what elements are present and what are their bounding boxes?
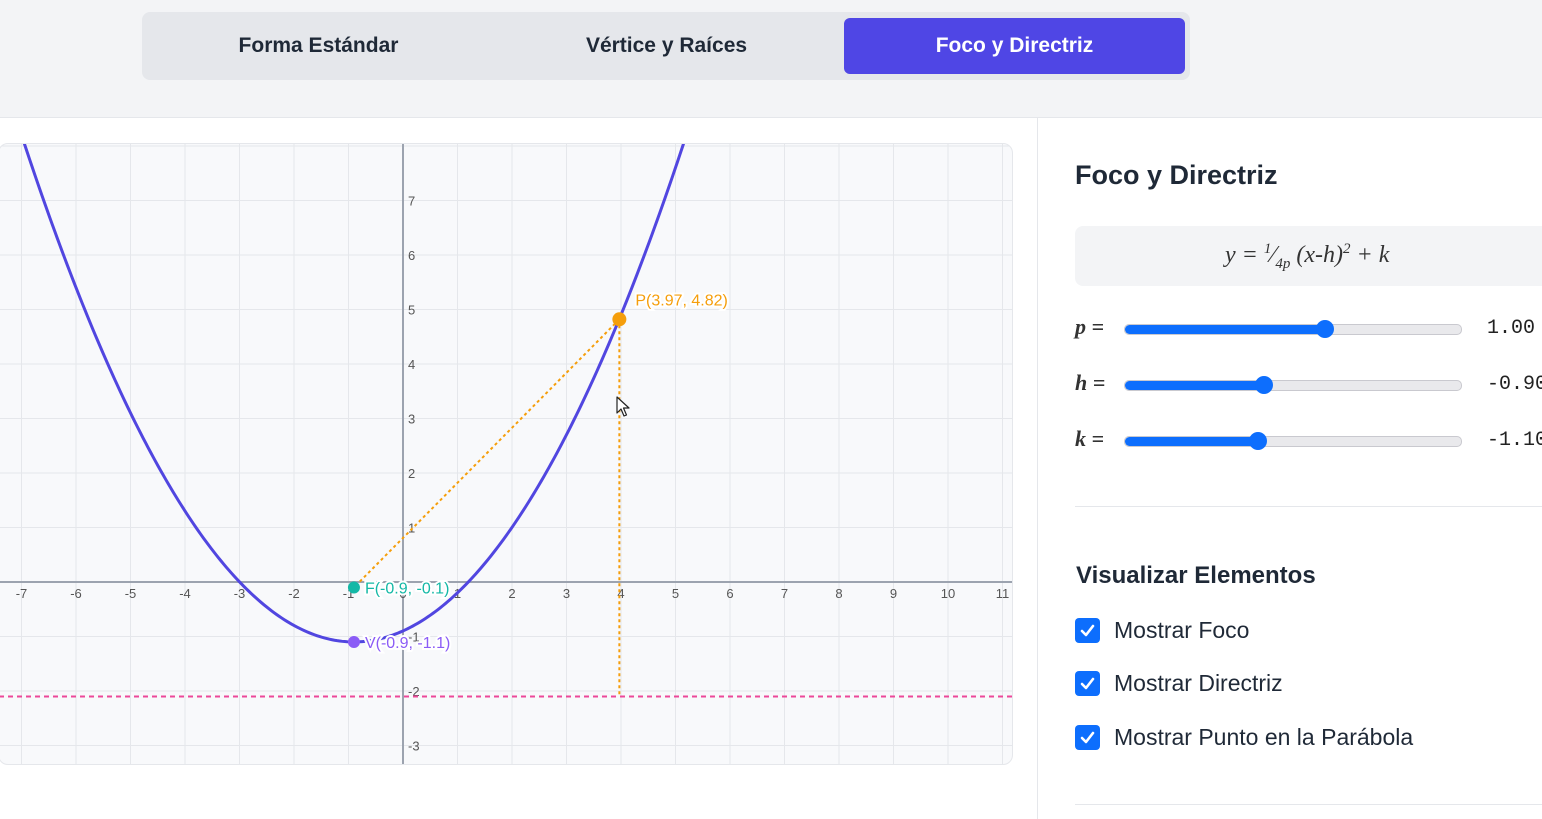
x-tick-label: 2 [508, 586, 515, 601]
checkbox-label: Mostrar Directriz [1114, 669, 1283, 696]
focus-label: F(-0.9, -0.1) [365, 580, 449, 597]
slider-label-k: k = [1075, 426, 1105, 451]
y-tick-label: -3 [408, 739, 420, 754]
vertex-point [347, 635, 360, 648]
panel-title: Foco y Directriz [1075, 160, 1278, 190]
check-icon [1080, 624, 1095, 636]
mouse-cursor-icon [616, 396, 630, 417]
y-tick-label: 2 [408, 466, 415, 481]
y-tick-label: 6 [408, 248, 415, 263]
control-panel: Foco y Directriz y = 1⁄4p (x-h)2 + k p =… [1038, 118, 1542, 819]
tab-vertice-raices[interactable]: Vértice y Raíces [496, 18, 837, 74]
checkbox-label: Mostrar Foco [1114, 616, 1250, 643]
slider-thumb-p[interactable] [1315, 320, 1334, 338]
slider-value-h: -0.90 [1487, 373, 1542, 396]
x-tick-label: -5 [125, 586, 137, 601]
x-tick-label: 7 [781, 586, 788, 601]
top-bar: Forma Estándar Vértice y Raíces Foco y D… [0, 0, 1542, 118]
x-tick-label: 4 [617, 586, 624, 601]
vertex-label: V(-0.9, -1.1) [365, 635, 450, 652]
formula-box: y = 1⁄4p (x-h)2 + k [1075, 226, 1542, 286]
slider-row-p: p = 1.00 [1075, 314, 1542, 344]
checkbox-mostrar-directriz[interactable] [1075, 670, 1100, 696]
parabola-point [612, 312, 627, 327]
y-tick-label: 3 [408, 412, 415, 427]
focus-point [347, 581, 360, 594]
x-tick-label: -3 [234, 586, 246, 601]
slider-value-p: 1.00 [1487, 317, 1536, 340]
visualize-title: Visualizar Elementos [1076, 562, 1316, 589]
point-label: P(3.97, 4.82) [635, 292, 728, 309]
x-tick-label: 8 [835, 586, 842, 601]
slider-thumb-k[interactable] [1248, 432, 1267, 450]
x-tick-label: 11 [996, 586, 1010, 601]
y-tick-label: 4 [408, 357, 415, 372]
distance-to-focus-line [353, 318, 621, 589]
checkbox-mostrar-foco[interactable] [1075, 617, 1100, 643]
tab-bar: Forma Estándar Vértice y Raíces Foco y D… [142, 12, 1190, 80]
slider-row-h: h = -0.90 [1075, 370, 1542, 400]
section-divider [1075, 804, 1542, 805]
x-tick-label: 10 [941, 586, 955, 601]
x-tick-label: -6 [70, 586, 82, 601]
x-tick-label: 6 [726, 586, 733, 601]
slider-label-h: h = [1075, 370, 1106, 395]
graph-canvas[interactable]: -7-6-5-4-3-2-101234567891011-3-2-1123456… [0, 143, 1013, 765]
parabola-curve [22, 144, 686, 644]
slider-h[interactable] [1124, 376, 1462, 394]
check-icon [1080, 731, 1095, 743]
y-tick-label: 7 [408, 194, 415, 209]
slider-thumb-h[interactable] [1255, 376, 1274, 394]
checkbox-row-foco[interactable]: Mostrar Foco [1075, 615, 1249, 645]
y-tick-label: 5 [408, 303, 415, 318]
x-tick-label: -4 [179, 586, 191, 601]
slider-k[interactable] [1124, 432, 1462, 450]
x-tick-label: -2 [288, 586, 300, 601]
section-divider [1075, 506, 1542, 507]
checkbox-label: Mostrar Punto en la Parábola [1114, 723, 1414, 750]
slider-value-k: -1.10 [1487, 429, 1542, 452]
slider-label-p: p = [1075, 314, 1105, 339]
x-tick-label: 9 [890, 586, 897, 601]
parabola-graph[interactable]: -7-6-5-4-3-2-101234567891011-3-2-1123456… [0, 144, 1012, 764]
check-icon [1080, 677, 1095, 689]
formula: y = 1⁄4p (x-h)2 + k [1225, 241, 1390, 272]
checkbox-row-directriz[interactable]: Mostrar Directriz [1075, 668, 1283, 698]
tab-foco-directriz[interactable]: Foco y Directriz [844, 18, 1185, 74]
slider-p[interactable] [1124, 320, 1462, 338]
x-tick-label: 5 [672, 586, 679, 601]
checkbox-row-punto[interactable]: Mostrar Punto en la Parábola [1075, 722, 1413, 752]
slider-row-k: k = -1.10 [1075, 426, 1542, 456]
checkbox-mostrar-punto[interactable] [1075, 724, 1100, 750]
tab-forma-estandar[interactable]: Forma Estándar [148, 18, 489, 74]
x-tick-label: -7 [16, 586, 28, 601]
x-tick-label: 3 [563, 586, 570, 601]
